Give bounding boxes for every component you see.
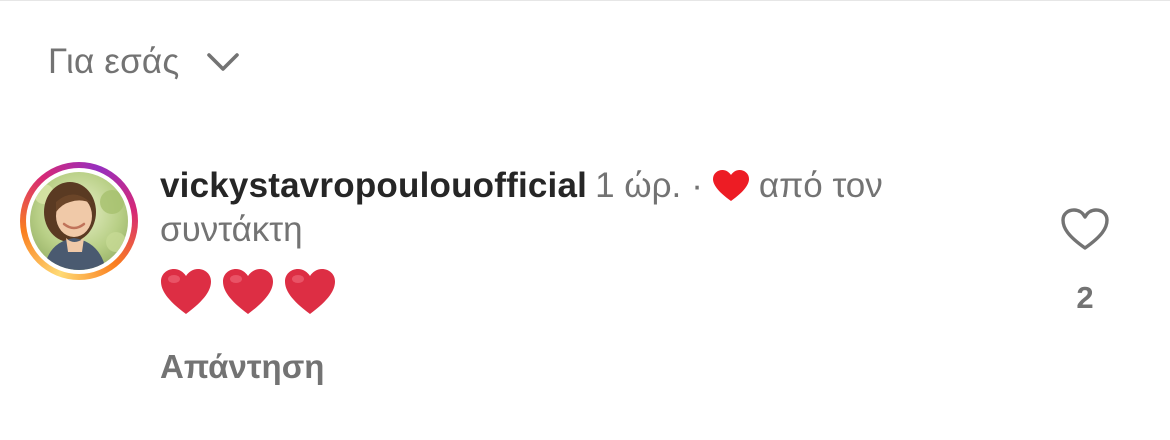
chevron-down-icon <box>207 53 240 71</box>
avatar-image <box>30 172 128 270</box>
username-link[interactable]: vickystavropoulouofficial <box>160 166 587 205</box>
like-count[interactable]: 2 <box>1076 280 1093 316</box>
reply-button[interactable]: Απάντηση <box>160 348 990 386</box>
red-heart-emoji <box>161 269 211 314</box>
like-column: 2 <box>1060 206 1110 316</box>
sort-dropdown[interactable]: Για εσάς <box>48 38 241 86</box>
red-heart-emoji <box>285 269 335 314</box>
like-heart-icon[interactable] <box>1060 206 1110 252</box>
comment-time: 1 ώρ. <box>595 166 682 205</box>
red-heart-emoji <box>223 269 273 314</box>
divider <box>0 0 1170 1</box>
comment-meta: vickystavropoulouofficial 1 ώρ. · από τον σ… <box>160 164 990 252</box>
heart-icon <box>712 170 749 201</box>
separator-dot: · <box>691 166 703 205</box>
comments-panel: Για εσάς vickystavropoulouofficial 1 ώρ.… <box>0 0 1170 440</box>
story-ring[interactable] <box>20 162 138 280</box>
sort-label: Για εσάς <box>48 42 180 81</box>
avatar[interactable] <box>30 172 128 270</box>
comment-text <box>160 264 990 320</box>
comment-body: vickystavropoulouofficial 1 ώρ. · από τον σ… <box>160 164 990 386</box>
